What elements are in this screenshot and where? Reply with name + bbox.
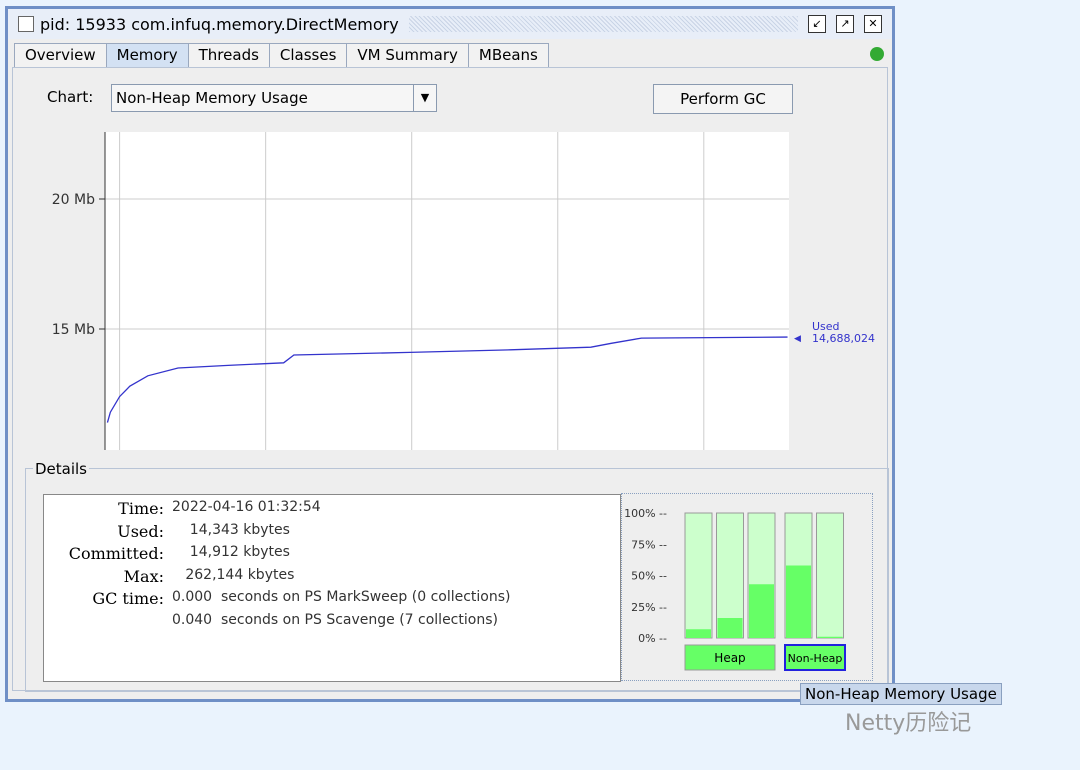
chart-select[interactable]: Non-Heap Memory Usage ▼ [111, 84, 437, 112]
details-title: Details [33, 460, 90, 478]
pool-bar[interactable] [816, 512, 844, 639]
window-title: pid: 15933 com.infuq.memory.DirectMemory [40, 14, 399, 34]
close-icon[interactable]: ✕ [864, 15, 882, 33]
connection-icon [870, 47, 884, 61]
minimize-icon[interactable]: ↙ [808, 15, 826, 33]
perform-gc-button[interactable]: Perform GC [653, 84, 793, 114]
pool-bar-fill [749, 584, 774, 638]
detail-key: Time: [118, 499, 164, 518]
detail-row: Committed: 14,912 kbytes [44, 544, 290, 566]
detail-row: Max: 262,144 kbytes [44, 566, 295, 589]
tab-memory[interactable]: Memory [105, 43, 189, 68]
pool-y-label: 75% -- [631, 538, 667, 551]
detail-key: Max: [123, 566, 164, 586]
tab-threads[interactable]: Threads [187, 43, 270, 68]
detail-row: Used: 14,343 kbytes [44, 522, 290, 544]
y-tick-label: 15 Mb [52, 322, 95, 338]
tab-mbeans[interactable]: MBeans [467, 43, 549, 68]
tooltip: Non-Heap Memory Usage [800, 683, 1002, 705]
details-box: Time: 2022-04-16 01:32:54 Used: 14,343 kby… [43, 494, 621, 682]
detail-value: 0.000 seconds on PS MarkSweep (0 collect… [172, 589, 511, 606]
detail-key: Used: [117, 521, 164, 541]
detail-key: Committed: [68, 544, 164, 564]
detail-row: 0.040 seconds on PS Scavenge (7 collecti… [44, 612, 498, 634]
detail-key [44, 612, 164, 634]
chart-select-value: Non-Heap Memory Usage [116, 89, 308, 107]
detail-key: GC time: [92, 589, 164, 609]
detail-row: Time: 2022-04-16 01:32:54 [44, 499, 321, 521]
plot-area [105, 132, 789, 450]
memory-pools-chart: 100% -- 75% -- 50% -- 25% -- 0% -- Heap Non-He… [621, 493, 873, 681]
detail-value: 14,912 kbytes [172, 544, 290, 561]
pool-y-label: 100% -- [624, 507, 667, 520]
memory-chart: 10 Mb15 Mb20 Mb01:1001:1501:2001:2501:30… [52, 132, 875, 450]
pool-y-label: 50% -- [631, 570, 667, 583]
detail-value: 262,144 kbytes [172, 566, 295, 583]
heap-label: Heap [714, 651, 745, 665]
series-value-label: 14,688,024 [812, 332, 875, 345]
chevron-down-icon: ▼ [413, 85, 436, 111]
pool-bar-fill [686, 629, 711, 638]
pool-y-label: 25% -- [631, 601, 667, 614]
tab-classes[interactable]: Classes [268, 43, 348, 68]
tab-vm-summary[interactable]: VM Summary [346, 43, 469, 68]
non-heap-label: Non-Heap [788, 652, 843, 665]
chart-label: Chart: [47, 88, 94, 106]
detail-value: 14,343 kbytes [172, 521, 290, 538]
pool-y-label: 0% -- [638, 632, 667, 645]
pool-bar-fill [717, 618, 743, 638]
tab-overview[interactable]: Overview [14, 43, 107, 68]
y-tick-label: 20 Mb [52, 192, 95, 208]
series-marker: ◀ [794, 334, 801, 344]
window-icon [18, 16, 34, 32]
pool-bar-fill [817, 636, 843, 638]
jconsole-window: pid: 15933 com.infuq.memory.DirectMemory… [5, 6, 895, 702]
title-bar: pid: 15933 com.infuq.memory.DirectMemory… [8, 9, 892, 39]
detail-value: 2022-04-16 01:32:54 [172, 499, 321, 515]
maximize-icon[interactable]: ↗ [836, 15, 854, 33]
detail-value: 0.040 seconds on PS Scavenge (7 collecti… [172, 612, 498, 628]
pool-bar-fill [786, 565, 811, 638]
watermark: Netty历险记 [845, 711, 972, 736]
detail-row: GC time: 0.000 seconds on PS MarkSweep (0… [44, 589, 511, 611]
pool-bar[interactable] [684, 512, 713, 639]
